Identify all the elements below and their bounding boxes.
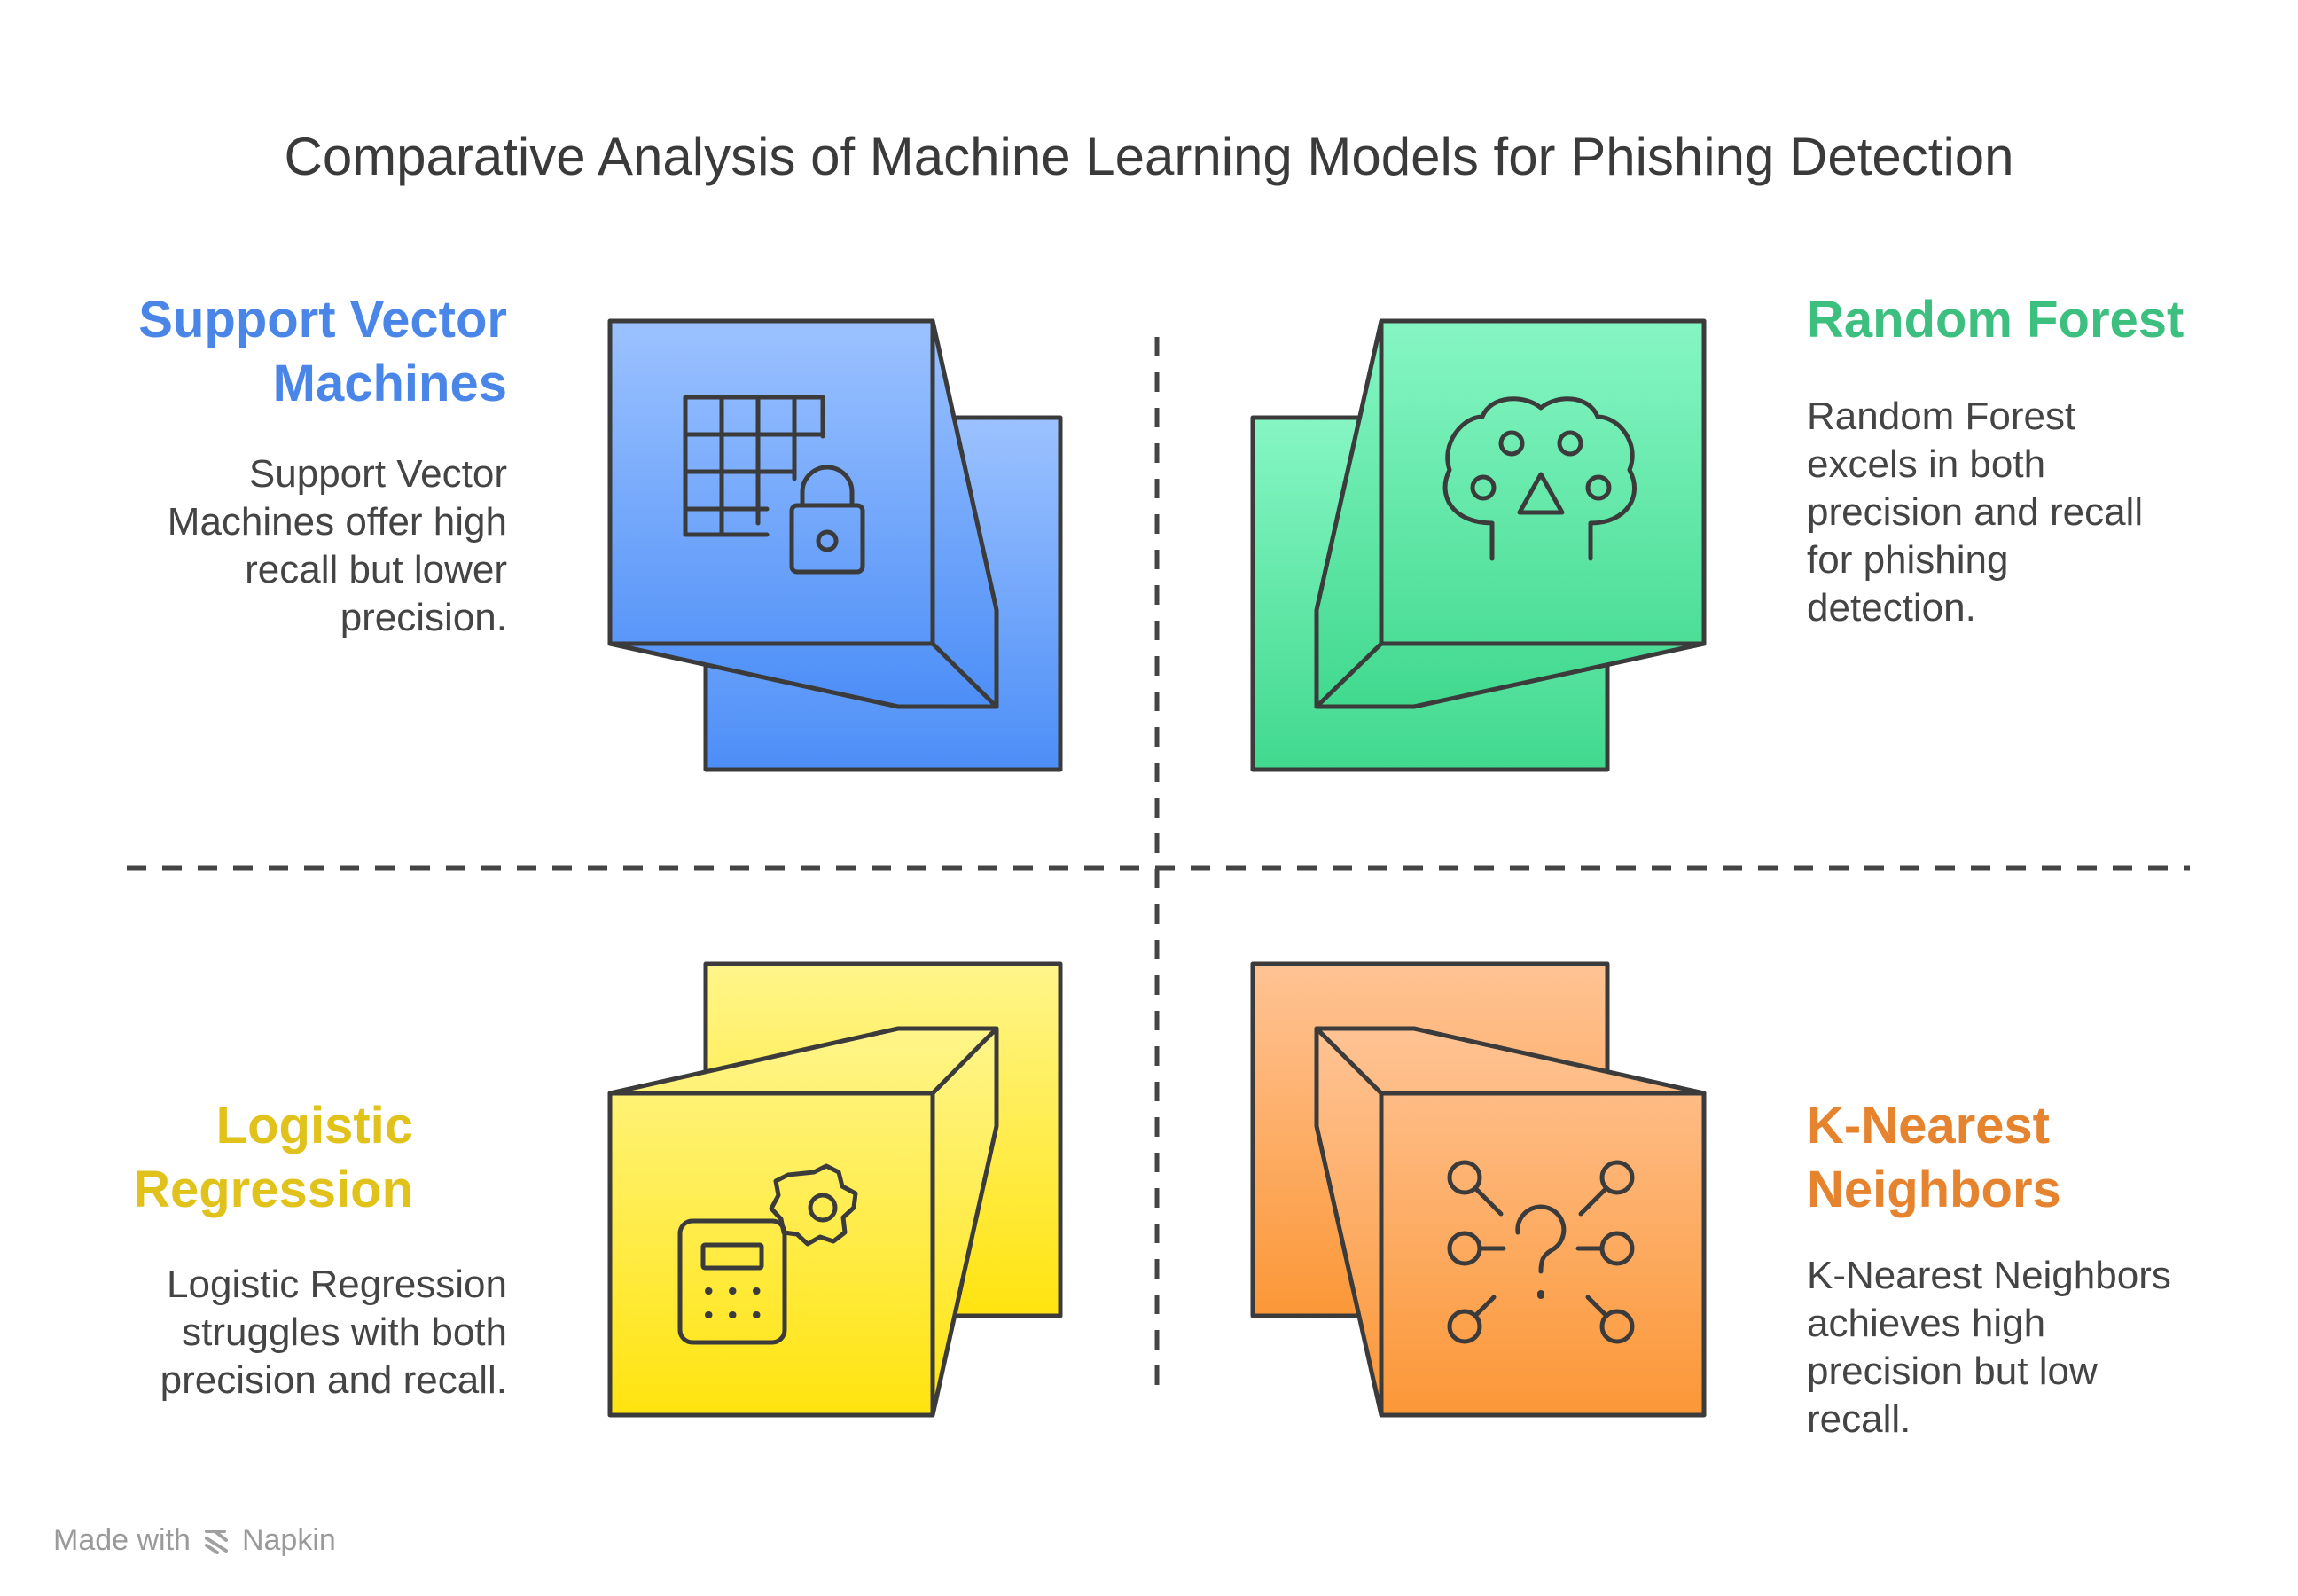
- diagram-canvas: Comparative Analysis of Machine Learning…: [0, 0, 2298, 1596]
- lr-cube: [607, 961, 1063, 1418]
- quadrant-graphic: [127, 318, 2190, 1418]
- napkin-brand: Napkin: [241, 1523, 336, 1557]
- napkin-logo-icon: [204, 1529, 228, 1554]
- made-with-label: Made with: [53, 1523, 191, 1557]
- made-with-napkin: Made with Napkin: [53, 1523, 336, 1558]
- rf-cube: [1250, 318, 1707, 772]
